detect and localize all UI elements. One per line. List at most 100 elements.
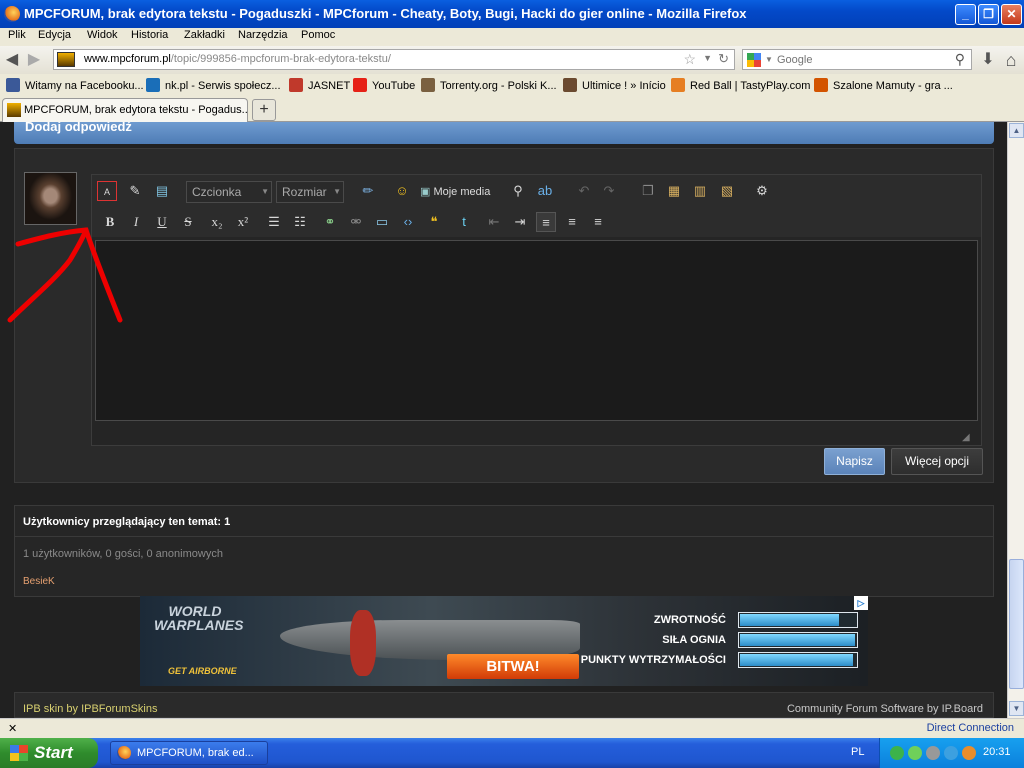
new-tab-button[interactable]: +	[252, 99, 276, 121]
restore-button[interactable]: ❐	[978, 4, 999, 25]
bullet-list-icon[interactable]: ☰	[264, 212, 284, 232]
bookmark-ultimice[interactable]: Ultimice ! » Início	[563, 78, 666, 92]
home-icon[interactable]: ⌂	[1001, 50, 1021, 70]
tray-app-icon[interactable]	[962, 746, 976, 760]
reload-icon[interactable]: ↻	[718, 51, 729, 67]
windows-flag-icon	[10, 745, 28, 761]
align-right-icon[interactable]: ≡	[588, 212, 608, 232]
my-media-button[interactable]: ▣ Moje media	[420, 185, 490, 198]
software-credit-link[interactable]: Community Forum Software by IP.Board	[787, 703, 983, 715]
scroll-down-icon[interactable]: ▼	[1009, 701, 1024, 716]
outdent-icon[interactable]: ⇤	[484, 212, 504, 232]
code-icon[interactable]: ‹›	[398, 212, 418, 232]
taskbar-firefox-item[interactable]: MPCFORUM, brak ed...	[110, 741, 268, 765]
firefox-icon	[117, 746, 131, 760]
scroll-thumb[interactable]	[1009, 559, 1024, 689]
minimize-button[interactable]: _	[955, 4, 976, 25]
jasnet-icon	[289, 78, 303, 92]
ad-plane-nose-image	[350, 610, 376, 676]
bookmark-torrenty[interactable]: Torrenty.org - Polski K...	[421, 78, 557, 92]
menu-pomoc[interactable]: Pomoc	[301, 29, 335, 41]
adchoices-icon[interactable]: ▷	[854, 596, 868, 610]
skin-credit-link[interactable]: IPB skin by IPBForumSkins	[23, 703, 158, 715]
settings-gear-icon[interactable]: ⚙	[752, 181, 772, 201]
copy-icon[interactable]: ❐	[638, 181, 658, 201]
language-indicator[interactable]: PL	[851, 746, 864, 758]
menu-plik[interactable]: Plik	[8, 29, 26, 41]
underline-icon[interactable]: U	[152, 212, 172, 232]
superscript-icon[interactable]: x²	[233, 212, 253, 232]
unlink-icon[interactable]: ⚮	[346, 212, 366, 232]
system-tray: 20:31	[879, 738, 1024, 768]
bookmark-jasnet[interactable]: JASNET	[289, 78, 350, 92]
redo-icon[interactable]: ↷	[599, 181, 619, 201]
menu-historia[interactable]: Historia	[131, 29, 168, 41]
undo-icon[interactable]: ↶	[574, 181, 594, 201]
network-icon[interactable]	[908, 746, 922, 760]
close-button[interactable]: ✕	[1001, 4, 1022, 25]
paste-icon[interactable]: ▦	[664, 181, 684, 201]
viewer-user-link[interactable]: BesieK	[23, 576, 55, 587]
link-icon[interactable]: ⚭	[320, 212, 340, 232]
download-icon[interactable]: ⬇	[978, 50, 998, 70]
find-icon[interactable]: ⚲	[508, 181, 528, 201]
paste-text-icon[interactable]: ▥	[690, 181, 710, 201]
taskbar-item-label: MPCFORUM, brak ed...	[137, 747, 254, 759]
history-dropdown-icon[interactable]: ▼	[703, 53, 712, 63]
page-scrollbar[interactable]: ▲ ▼	[1007, 122, 1024, 718]
font-select[interactable]: Czcionka ▼	[186, 181, 272, 203]
indent-icon[interactable]: ⇥	[510, 212, 530, 232]
connection-status[interactable]: Direct Connection	[927, 722, 1014, 734]
bookmark-redball[interactable]: Red Ball | TastyPlay.com	[671, 78, 810, 92]
ad-logo: WORLD WARPLANES	[154, 603, 244, 633]
tab-mpcforum[interactable]: MPCFORUM, brak edytora tekstu - Pogadus.…	[2, 98, 248, 122]
emoticon-icon[interactable]: ☺	[392, 181, 412, 201]
paste-word-icon[interactable]: ▧	[717, 181, 737, 201]
quote-icon[interactable]: ❝	[424, 212, 444, 232]
strikethrough-icon[interactable]: S	[178, 212, 198, 232]
menu-edycja[interactable]: Edycja	[38, 29, 71, 41]
spellcheck-icon[interactable]: ab	[535, 181, 555, 201]
forward-button[interactable]: ▶	[24, 50, 44, 70]
menu-widok[interactable]: Widok	[87, 29, 118, 41]
scroll-up-icon[interactable]: ▲	[1009, 123, 1024, 138]
align-left-icon[interactable]: ≡	[536, 212, 556, 232]
image-icon[interactable]: ▭	[372, 212, 392, 232]
google-icon	[747, 53, 761, 67]
clock[interactable]: 20:31	[983, 746, 1011, 758]
utorrent-icon[interactable]	[890, 746, 904, 760]
bookmark-facebook[interactable]: Witamy na Facebooku...	[6, 78, 144, 92]
search-input[interactable]	[777, 52, 947, 67]
bookmark-youtube[interactable]: YouTube	[353, 78, 415, 92]
window-title-bar: MPCFORUM, brak edytora tekstu - Pogadusz…	[0, 0, 1024, 28]
start-button[interactable]: Start	[0, 738, 98, 768]
findbar-close-icon[interactable]: ✕	[8, 722, 17, 735]
resize-handle-icon[interactable]: ◢	[962, 432, 970, 443]
twitter-icon[interactable]: t	[454, 212, 474, 232]
align-center-icon[interactable]: ≡	[562, 212, 582, 232]
url-bar[interactable]: www.mpcforum.pl/topic/999856-mpcforum-br…	[53, 49, 735, 70]
page-content: Dodaj odpowiedź A ✎ ▤ Czcionka ▼ Rozmiar ▼…	[0, 122, 1007, 718]
size-select[interactable]: Rozmiar ▼	[276, 181, 344, 203]
more-options-button[interactable]: Więcej opcji	[891, 448, 983, 475]
torrenty-icon	[421, 78, 435, 92]
advertisement-banner[interactable]: WORLD WARPLANES GET AIRBORNE BITWA! ZWROT…	[140, 596, 868, 686]
bookmark-mamuty[interactable]: Szalone Mamuty - gra ...	[814, 78, 953, 92]
audio-icon[interactable]	[926, 746, 940, 760]
message-textarea[interactable]	[95, 240, 978, 421]
back-button[interactable]: ◀	[2, 50, 22, 70]
engine-dropdown-icon[interactable]: ▼	[765, 55, 773, 64]
text-color-icon[interactable]: ✏	[358, 181, 378, 201]
subscript-icon[interactable]: x₂	[207, 212, 227, 232]
template-icon[interactable]: ▤	[152, 181, 172, 201]
tab-favicon-icon	[7, 103, 21, 117]
submit-button[interactable]: Napisz	[824, 448, 885, 475]
search-icon[interactable]: ⚲	[955, 51, 965, 68]
numbered-list-icon[interactable]: ☷	[290, 212, 310, 232]
menu-narzedzia[interactable]: Narzędzia	[238, 29, 288, 41]
bookmark-nk[interactable]: nk.pl - Serwis społecz...	[146, 78, 281, 92]
search-box[interactable]: ▼ ⚲	[742, 49, 972, 70]
menu-zakladki[interactable]: Zakładki	[184, 29, 225, 41]
security-icon[interactable]	[944, 746, 958, 760]
bookmark-star-icon[interactable]: ☆	[683, 51, 696, 68]
